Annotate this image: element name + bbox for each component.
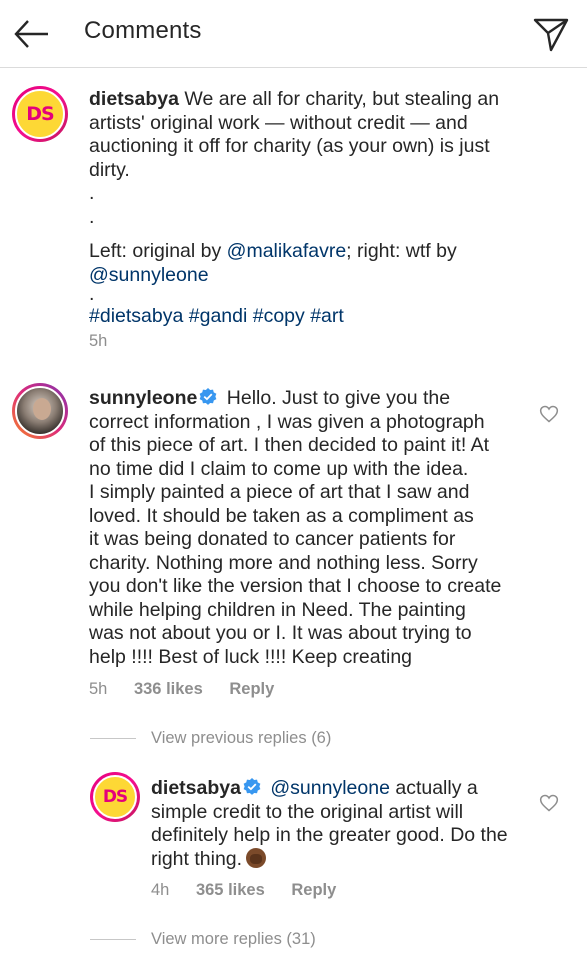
ds-logo: DS (15, 89, 65, 139)
comment-username[interactable]: dietsabya (89, 88, 179, 110)
send-icon[interactable] (531, 14, 571, 54)
reply-button[interactable]: Reply (291, 881, 336, 899)
hashtag-link[interactable]: #gandi (189, 305, 248, 327)
caption-meta: 5h (89, 332, 129, 351)
caption-dot: . (89, 283, 95, 305)
mention-link[interactable]: @malikafavre (227, 240, 347, 262)
view-more-replies-button[interactable]: View more replies (31) (151, 930, 316, 949)
comment-username[interactable]: sunnyleone (89, 387, 197, 409)
comment-line: was not about you or I. It was about try… (89, 622, 472, 644)
comment-line: loved. It should be taken as a complimen… (89, 504, 474, 527)
comment-line: help !!!! Best of luck !!!! Keep creatin… (89, 645, 413, 668)
back-arrow-icon[interactable] (12, 16, 52, 52)
reply-line: simple credit to the original artist wil… (151, 800, 464, 823)
comment-line: I simply painted a piece of art that I s… (89, 481, 470, 503)
comment-line: it was being donated to cancer patients … (89, 528, 456, 550)
comments-header: Comments (0, 0, 587, 68)
verified-badge-icon (243, 778, 261, 795)
hashtag-link[interactable]: #copy (253, 305, 305, 327)
heart-icon[interactable] (539, 404, 559, 424)
avatar[interactable]: DS (90, 772, 140, 822)
avatar[interactable] (12, 383, 68, 439)
reply-body: dietsabya @sunnyleone actually a simple … (151, 777, 531, 871)
caption-dot: . (89, 205, 95, 228)
comment-line: while helping children in Need. The pain… (89, 598, 466, 621)
comment-line: of this piece of art. I then decided to … (89, 434, 489, 456)
comment-line: no time did I claim to come up with the … (89, 457, 469, 480)
page-title: Comments (84, 17, 202, 44)
comment-line: you don't like the version that I choose… (89, 575, 502, 597)
timestamp: 5h (89, 680, 108, 698)
reply-line: right thing. (151, 847, 531, 872)
likes-count[interactable]: 365 likes (196, 881, 265, 899)
comment-meta: 5h 336 likes Reply (89, 680, 296, 699)
reply-line: definitely help in the greater good. Do … (151, 824, 508, 846)
caption-line-1: dietsabya We are all for charity, but st… (89, 88, 500, 110)
caption-comment: dietsabya We are all for charity, but st… (89, 88, 559, 329)
caption-line-4: dirty. (89, 158, 130, 181)
hashtag-link[interactable]: #art (310, 305, 344, 327)
caption-line-2: artists' original work — without credit … (89, 111, 468, 134)
divider (90, 738, 136, 739)
comment-line-1: sunnyleone Hello. Just to give you the (89, 387, 451, 409)
divider (90, 939, 136, 940)
profile-photo (15, 386, 65, 436)
timestamp: 4h (151, 881, 170, 899)
clapping-hands-icon (246, 847, 267, 868)
caption-dot: . (89, 182, 95, 204)
comment-line: charity. Nothing more and nothing less. … (89, 551, 478, 574)
likes-count[interactable]: 336 likes (134, 680, 203, 698)
hashtag-row: #dietsabya #gandi #copy #art (89, 305, 559, 329)
comment-username[interactable]: dietsabya (151, 777, 241, 799)
reply-button[interactable]: Reply (229, 680, 274, 698)
avatar[interactable]: DS (12, 86, 68, 142)
caption-line-3: auctioning it off for charity (as your o… (89, 135, 490, 157)
reply-meta: 4h 365 likes Reply (151, 881, 358, 900)
heart-icon[interactable] (539, 793, 559, 813)
verified-badge-icon (199, 388, 217, 405)
caption-credit-line: Left: original by @malikafavre; right: w… (89, 240, 457, 262)
comment-line: correct information , I was given a phot… (89, 410, 485, 433)
hashtag-link[interactable]: #dietsabya (89, 305, 183, 327)
comment-body: sunnyleone Hello. Just to give you the c… (89, 387, 529, 669)
reply-line-1: dietsabya @sunnyleone actually a (151, 777, 478, 799)
mention-link[interactable]: @sunnyleone (270, 777, 390, 799)
mention-link[interactable]: @sunnyleone (89, 264, 559, 288)
view-previous-replies-button[interactable]: View previous replies (6) (151, 729, 331, 748)
timestamp: 5h (89, 332, 108, 350)
ds-logo: DS (93, 775, 137, 819)
